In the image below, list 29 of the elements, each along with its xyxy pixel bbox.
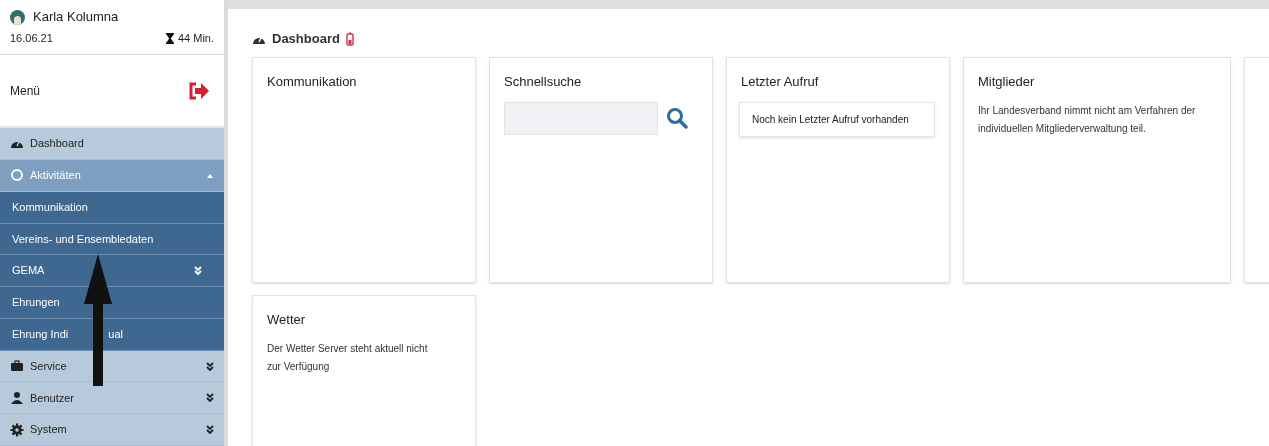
card-text: Ihr Landesverband nimmt nicht am Verfahren der individuellen Mitgliederverwaltung teil. (978, 103, 1197, 136)
logout-icon[interactable] (188, 81, 210, 100)
menu-label: Menü (10, 82, 41, 100)
avatar (10, 9, 25, 25)
settings-icon (10, 422, 24, 437)
search-field[interactable] (504, 101, 658, 135)
card-title: Kommunikation (267, 73, 358, 91)
user-name: Karla Kolumna (33, 8, 119, 27)
circle-icon (10, 168, 24, 183)
page-title: Dashboard (272, 30, 340, 49)
card-title: Letzter Aufruf (741, 73, 820, 91)
notice-text: Noch kein Letzter Aufruf vorhanden (739, 101, 935, 137)
card-title: Mitglieder (978, 73, 1036, 91)
sidebar-subitem[interactable]: Vereins- und Ensembledaten (0, 223, 224, 256)
hourglass-icon (165, 32, 174, 44)
sidebar-subitem[interactable]: Kommunikation (0, 191, 224, 224)
sidebar-item[interactable]: System (0, 414, 224, 446)
battery-icon (345, 32, 354, 46)
card-title: Schnellsuche (504, 73, 583, 91)
briefcase-icon (10, 359, 24, 374)
session-time: 44 Min. (177, 30, 214, 46)
sidebar-subitem[interactable]: Ehrungen (0, 287, 224, 319)
card-title: Wetter (267, 311, 307, 329)
sidebar-item[interactable]: Dashboard (0, 128, 224, 160)
search-icon[interactable] (666, 107, 688, 129)
sidebar-subitem[interactable]: GEMA (0, 255, 224, 288)
date-text: 16.06.21 (10, 30, 53, 46)
card-text: Der Wetter Server steht aktuell nicht zur Verfügung (267, 341, 429, 374)
user-icon (10, 390, 24, 405)
